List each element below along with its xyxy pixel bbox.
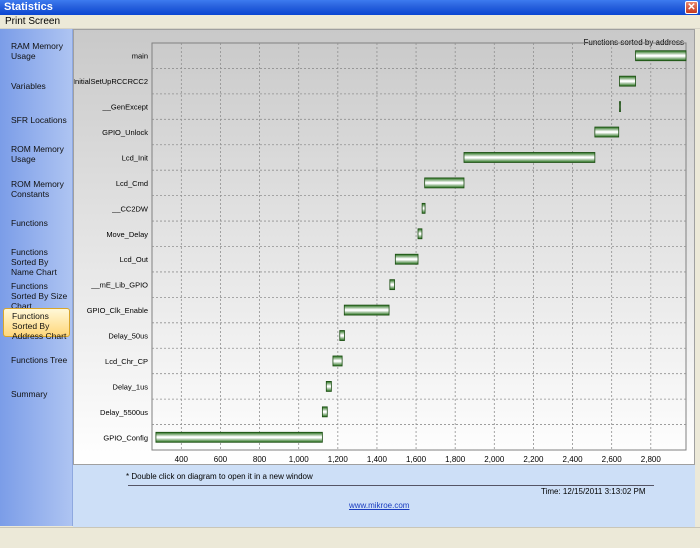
x-tick-label: 1,800 (445, 455, 466, 464)
y-category-label: Delay_50us (108, 332, 148, 341)
sidebar-item-functions-by-size-chart[interactable]: Functions Sorted By Size Chart (3, 279, 70, 311)
timestamp: Time: 12/15/2011 3:13:02 PM (541, 487, 646, 496)
address-chart[interactable]: Functions sorted by address main InitialS… (73, 29, 695, 465)
function-bar[interactable] (332, 355, 343, 367)
x-tick-label: 2,400 (563, 455, 584, 464)
status-bar (0, 527, 700, 548)
sidebar-item-sfr-locations[interactable]: SFR Locations (3, 113, 70, 125)
y-category-label: GPIO_Unlock (102, 128, 148, 137)
y-category-label: Lcd_Chr_CP (105, 357, 148, 366)
x-tick-label: 2,200 (523, 455, 544, 464)
function-bar[interactable] (389, 279, 395, 291)
sidebar-item-label: Variables (11, 81, 46, 91)
sidebar-item-functions-by-address-chart[interactable]: Functions Sorted By Address Chart (3, 308, 70, 341)
function-bar[interactable] (619, 101, 621, 112)
menu-bar: Print Screen (0, 15, 700, 29)
chart-svg[interactable]: Functions sorted by address mainInitialS… (74, 30, 694, 464)
sidebar-item-label: ROM Memory Constants (11, 179, 64, 199)
x-tick-label: 1,400 (367, 455, 388, 464)
function-bar[interactable] (339, 330, 345, 341)
sidebar-item-rom-memory-usage[interactable]: ROM Memory Usage (3, 142, 70, 164)
y-category-label: main (132, 52, 148, 61)
sidebar-item-label: ROM Memory Usage (11, 144, 64, 164)
function-bar[interactable] (421, 202, 426, 214)
y-category-label: GPIO_Clk_Enable (87, 306, 148, 315)
sidebar-item-variables[interactable]: Variables (3, 79, 70, 91)
sidebar-item-functions[interactable]: Functions (3, 216, 70, 228)
close-icon[interactable]: ✕ (687, 2, 695, 13)
x-tick-label: 1,600 (406, 455, 427, 464)
title-bar: Statistics ✕ (0, 0, 700, 15)
sidebar-item-label: Functions (11, 218, 48, 228)
website-link[interactable]: www.mikroe.com (349, 501, 409, 510)
y-category-label: __GenExcept (102, 103, 149, 112)
y-category-label: __CC2DW (111, 204, 149, 213)
close-button[interactable]: ✕ (685, 1, 698, 14)
x-tick-label: 600 (214, 455, 228, 464)
function-bar[interactable] (424, 177, 465, 189)
function-bar[interactable] (155, 431, 323, 443)
sidebar-item-label: Functions Sorted By Address Chart (12, 311, 67, 341)
function-bar[interactable] (394, 253, 419, 265)
x-tick-label: 2,000 (484, 455, 505, 464)
print-screen-menu[interactable]: Print Screen (5, 15, 60, 28)
function-bar[interactable] (321, 406, 328, 418)
chart-note: * Double click on diagram to open it in … (126, 472, 313, 481)
sidebar-item-label: SFR Locations (11, 115, 67, 125)
function-bar[interactable] (417, 228, 423, 240)
sidebar-item-functions-tree[interactable]: Functions Tree (3, 353, 70, 365)
sidebar-item-label: Functions Tree (11, 355, 68, 365)
x-tick-label: 2,800 (641, 455, 662, 464)
y-category-label: Move_Delay (106, 230, 148, 239)
sidebar-item-label: Functions Sorted By Name Chart (11, 247, 57, 277)
sidebar-item-rom-memory-constants[interactable]: ROM Memory Constants (3, 177, 70, 199)
y-category-label: Delay_5500us (100, 408, 148, 417)
y-category-label: Lcd_Cmd (116, 179, 148, 188)
y-category-label: GPIO_Config (103, 433, 148, 442)
x-tick-label: 1,000 (289, 455, 310, 464)
function-bar[interactable] (343, 304, 390, 316)
function-bar[interactable] (594, 126, 620, 138)
sidebar-item-ram-memory-usage[interactable]: RAM Memory Usage (3, 39, 70, 61)
x-tick-label: 2,600 (602, 455, 623, 464)
x-tick-label: 1,200 (328, 455, 349, 464)
sidebar-item-label: RAM Memory Usage (11, 41, 63, 61)
x-tick-label: 400 (175, 455, 189, 464)
sidebar-item-summary[interactable]: Summary (3, 387, 70, 399)
y-category-label: InitialSetUpRCCRCC2 (74, 77, 148, 86)
function-bar[interactable] (635, 50, 687, 62)
sidebar-item-label: Functions Sorted By Size Chart (11, 281, 68, 311)
function-bar[interactable] (325, 381, 332, 392)
sidebar-item-label: Summary (11, 389, 48, 399)
x-tick-label: 800 (253, 455, 267, 464)
sidebar-item-functions-by-name-chart[interactable]: Functions Sorted By Name Chart (3, 245, 70, 277)
function-bar[interactable] (463, 152, 596, 163)
function-bar[interactable] (619, 75, 636, 87)
sidebar: RAM Memory Usage Variables SFR Locations… (0, 29, 73, 526)
footer-divider (128, 485, 654, 486)
chart-footer: * Double click on diagram to open it in … (73, 465, 695, 527)
y-category-label: Delay_1us (113, 382, 149, 391)
y-category-label: Lcd_Out (120, 255, 149, 264)
y-category-label: __mE_Lib_GPIO (90, 281, 148, 290)
y-category-label: Lcd_Init (122, 153, 149, 162)
window-title: Statistics (4, 1, 53, 13)
